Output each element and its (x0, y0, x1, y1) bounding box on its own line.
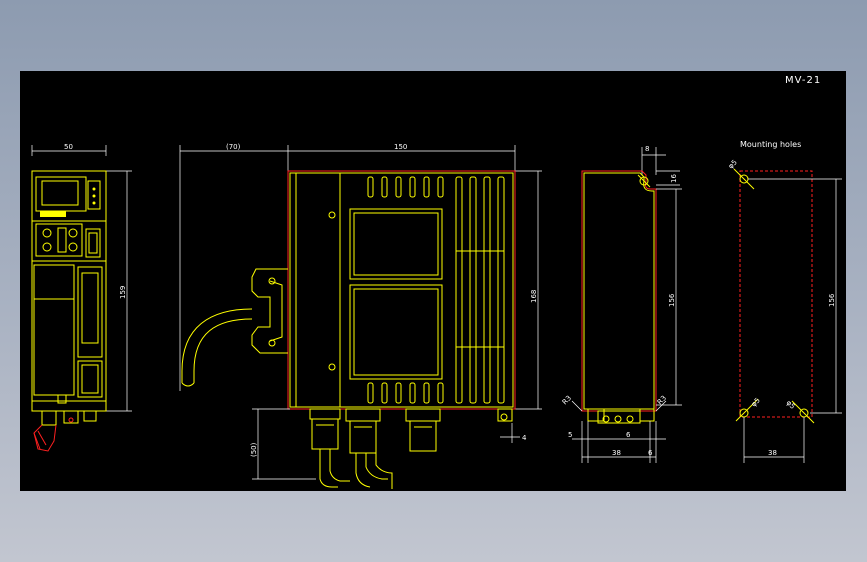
mount-width-dim: 38 (612, 449, 621, 457)
mount-left-r-dim: R3 (561, 394, 573, 406)
mount-left-offset-dim: 5 (568, 431, 572, 439)
cable-dim: (70) (226, 143, 241, 151)
holes-right-dim: φ5 (785, 399, 797, 411)
mount-top-dim: 8 (645, 145, 649, 153)
holes-left-dim: φ5 (750, 396, 762, 408)
holes-height-dim: 156 (828, 293, 836, 307)
holes-top-dim: φ5 (727, 158, 739, 170)
mount-right-offset-dim: 6 (648, 449, 653, 457)
mount-view: 8 16 156 R3 R3 5 6 38 6 (561, 145, 682, 463)
mount-right-r-dim: R3 (656, 394, 668, 406)
mounting-holes-label: Mounting holes (740, 140, 801, 149)
holes-view: Mounting holes φ5 φ5 φ5 156 38 (727, 140, 842, 463)
cad-drawing: MV-21 50 159 (70) 150 168 (50) 4 8 16 15… (31, 75, 842, 489)
mount-mid-dim: 6 (626, 431, 631, 439)
front-view: 50 159 (31, 143, 132, 452)
bottom-dim: (50) (250, 442, 258, 457)
front-height-dim: 159 (119, 286, 127, 299)
cad-drawing-canvas: MV-21 50 159 (70) 150 168 (50) 4 8 16 15… (20, 71, 846, 491)
foot-dim: 4 (522, 434, 527, 442)
depth-dim: 150 (394, 143, 407, 151)
mount-top-right-dim: 16 (670, 174, 678, 183)
front-width-dim: 50 (64, 143, 73, 151)
side-height-dim: 168 (530, 290, 538, 303)
holes-width-dim: 38 (768, 449, 777, 457)
side-view: (70) 150 168 (50) 4 (179, 143, 542, 489)
model-label: MV-21 (785, 75, 821, 86)
mount-height-dim: 156 (668, 293, 676, 307)
